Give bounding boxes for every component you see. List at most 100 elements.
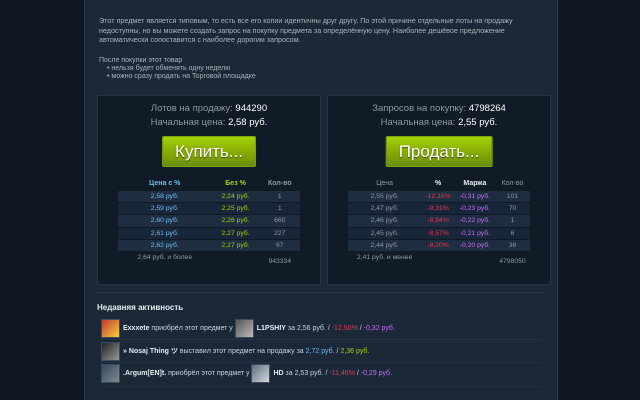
quantity: 1 (259, 202, 300, 215)
percent: -8,20% (421, 238, 455, 251)
buy-button[interactable]: Купить... (162, 136, 256, 167)
margin: -0,20 руб. (454, 238, 495, 251)
price-without-fee: 2,26 руб. (211, 214, 260, 228)
table-row: 2,44 руб. -8,20% -0,20 руб. 36 (348, 238, 530, 251)
activity-item: .Argum[EN]t. приобрёл этот предмет у HD … (101, 363, 393, 383)
column-header: Кол-во (267, 180, 292, 187)
table-row: 2,47 руб. -9,31% -0,23 руб. 70 (348, 202, 530, 215)
price-and-less: 2,41 руб. и менее (356, 253, 413, 261)
after-purchase-item: нельзя будет обменять одну неделю (107, 65, 539, 73)
after-purchase-item: можно сразу продать на Торговой площадке (107, 73, 539, 81)
table-footer-row: 2,41 руб. и менее 4798050 (348, 251, 530, 269)
lots-for-sale: Лотов на продажу: 944290 (98, 103, 320, 114)
requests-value: 4798264 (468, 103, 506, 114)
price-without-fee: 2,27 руб. (211, 238, 260, 251)
percent: -12,16% (421, 189, 455, 203)
margin: -0,31 руб. (454, 189, 495, 203)
table-footer-row: 2,64 руб. и более 943334 (118, 251, 300, 269)
column-header: Кол-во (501, 180, 524, 187)
quantity: 6 (494, 226, 530, 240)
price: 2,55 руб. (348, 189, 422, 203)
quantity: 227 (259, 226, 300, 240)
table-row: 2,59 руб. 2,25 руб. 1 (118, 202, 300, 215)
activity-price: за 2,56 руб. (287, 324, 326, 332)
activity-price: за 2,53 руб. (285, 369, 324, 377)
sell-button[interactable]: Продать... (385, 136, 493, 167)
sell-starting-price: Начальная цена: 2,55 руб. (328, 117, 550, 128)
avatar[interactable] (101, 318, 120, 338)
table-row: 2,46 руб. -8,94% -0,22 руб. 1 (348, 214, 530, 228)
activity-item: » Nosaj Thing ツ выставил этот предмет на… (101, 341, 370, 361)
after-purchase-note: После покупки этот товар нельзя будет об… (99, 57, 539, 81)
price-and-more: 2,64 руб. и более (137, 253, 193, 261)
price-with-fee: 2,62 руб. (118, 238, 212, 251)
requests-label: Запросов на покупку: (372, 103, 467, 114)
starting-price-value: 2,55 руб. (458, 117, 498, 128)
percent: -8,57% (421, 226, 455, 240)
user-link[interactable]: » Nosaj Thing ツ (123, 346, 178, 356)
starting-price-label: Начальная цена: (380, 117, 456, 128)
table-row: 2,45 руб. -8,57% -0,21 руб. 6 (348, 226, 530, 240)
activity-margin: -0,29 руб. (360, 369, 393, 377)
column-header[interactable]: Без % (212, 178, 260, 191)
recent-activity-title: Недавняя активность (97, 303, 184, 312)
starting-price-value: 2,58 руб. (228, 117, 268, 128)
after-purchase-title: После покупки этот товар (99, 57, 183, 64)
empty-cell (421, 251, 455, 269)
activity-margin: -0,32 руб. (363, 324, 395, 332)
avatar[interactable] (101, 341, 120, 361)
sell-panel: Запросов на покупку: 4798264 Начальная ц… (327, 95, 551, 285)
price-without-fee: 2,25 руб. (211, 202, 260, 215)
activity-action: выставил этот предмет на продажу за (179, 347, 304, 355)
margin: -0,22 руб. (454, 214, 495, 228)
buy-panel: Лотов на продажу: 944290 Начальная цена:… (97, 95, 321, 285)
quantity: 36 (494, 238, 530, 251)
lots-value: 944290 (235, 103, 268, 114)
remaining-quantity: 4798050 (499, 257, 526, 265)
buy-orders-table: Цена % Маржа Кол-во 2,55 руб. -12,16% -0… (348, 178, 530, 269)
starting-price-label: Начальная цена: (150, 117, 226, 128)
table-row: 2,58 руб. 2,24 руб. 1 (118, 189, 300, 203)
activity-percent: -11,46% (329, 369, 355, 377)
quantity: 101 (494, 189, 530, 203)
remaining-quantity: 943334 (268, 257, 292, 265)
price-without-fee: 2,27 руб. (211, 226, 260, 240)
market-listing-frame: Этот предмет является типовым, то есть в… (84, 0, 558, 400)
percent: -8,94% (421, 214, 455, 228)
quantity: 1 (259, 189, 300, 203)
avatar[interactable] (251, 363, 271, 383)
column-header: % (434, 180, 442, 187)
user-link[interactable]: Exxxete (123, 325, 149, 332)
price-without-fee: 2,24 руб. (211, 189, 260, 203)
activity-divider (101, 339, 541, 340)
column-header: Маржа (463, 180, 487, 187)
activity-net-price: 2,36 руб. (340, 347, 370, 355)
price-with-fee: 2,61 руб. (118, 226, 212, 240)
activity-price: 2,72 руб. (305, 347, 335, 355)
activity-action: приобрёл этот предмет у (168, 369, 250, 377)
activity-action: приобрёл этот предмет у (151, 324, 233, 332)
empty-cell (455, 251, 495, 269)
table-row: 2,62 руб. 2,27 руб. 67 (118, 238, 300, 251)
item-description: Этот предмет является типовым, то есть в… (99, 16, 513, 45)
table-row: 2,60 руб. 2,26 руб. 660 (118, 214, 300, 228)
activity-percent: -12,50% (331, 324, 358, 332)
user-link[interactable]: L1PSHIY (257, 325, 286, 332)
user-link[interactable]: HD (273, 370, 283, 377)
quantity: 660 (259, 214, 300, 228)
price: 2,46 руб. (348, 214, 422, 228)
avatar[interactable] (234, 318, 254, 338)
price-with-fee: 2,58 руб. (118, 189, 212, 203)
price: 2,45 руб. (348, 226, 422, 240)
table-row: 2,61 руб. 2,27 руб. 227 (118, 226, 300, 240)
price-with-fee: 2,59 руб. (118, 202, 212, 215)
user-link[interactable]: .Argum[EN]t. (123, 370, 166, 377)
activity-divider (101, 362, 541, 363)
avatar[interactable] (101, 363, 120, 383)
price: 2,44 руб. (348, 238, 422, 251)
quantity: 1 (494, 214, 530, 228)
margin: -0,23 руб. (454, 202, 495, 215)
activity-item: Exxxete приобрёл этот предмет у L1PSHIY … (101, 318, 395, 338)
quantity: 67 (259, 238, 300, 251)
column-header[interactable]: Цена с % (118, 178, 212, 191)
